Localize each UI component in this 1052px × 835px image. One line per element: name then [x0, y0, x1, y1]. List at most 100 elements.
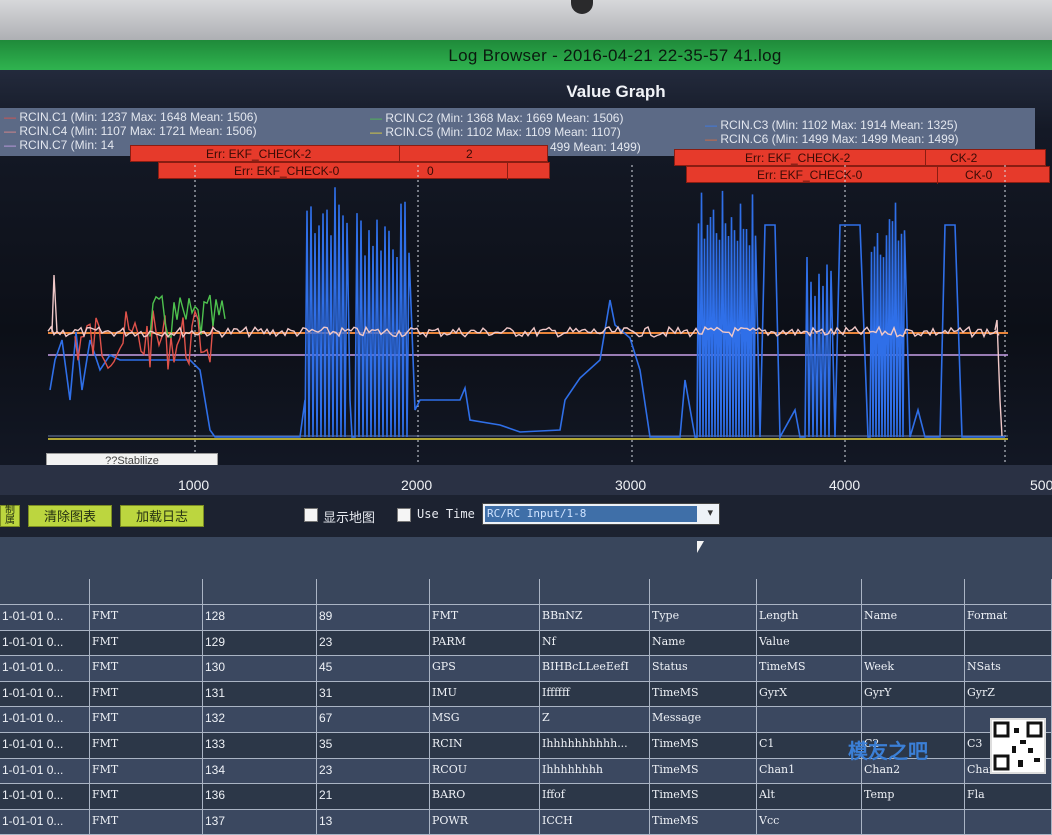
table-cell[interactable]: 1-01-01 0... — [0, 630, 90, 657]
table-cell[interactable]: RCOU — [430, 758, 540, 785]
table-cell[interactable]: 136 — [203, 784, 317, 810]
table-cell[interactable]: 45 — [317, 656, 430, 682]
table-cell[interactable]: Format — [965, 605, 1052, 631]
clear-graph-button[interactable]: 清除图表 — [28, 505, 112, 527]
plot-area[interactable] — [0, 70, 1052, 470]
show-map-checkbox[interactable] — [304, 508, 318, 522]
table-cell[interactable]: PARM — [430, 630, 540, 657]
table-cell[interactable]: 134 — [203, 758, 317, 785]
table-cell[interactable]: FMT — [90, 707, 203, 733]
table-cell[interactable]: Nf — [540, 630, 650, 657]
table-cell[interactable]: 23 — [317, 758, 430, 785]
table-cell[interactable]: FMT — [90, 784, 203, 810]
table-cell[interactable]: TimeMS — [650, 784, 757, 810]
column-header[interactable] — [203, 579, 317, 605]
table-cell[interactable]: TimeMS — [650, 681, 757, 708]
table-cell[interactable]: Ihhhhhhhhhh... — [540, 733, 650, 759]
table-cell[interactable]: GyrY — [862, 681, 965, 708]
table-cell[interactable]: NSats — [965, 656, 1052, 682]
table-cell[interactable]: 133 — [203, 733, 317, 759]
table-cell[interactable]: TimeMS — [757, 656, 862, 682]
table-cell[interactable]: 1-01-01 0... — [0, 707, 90, 733]
table-cell[interactable]: ICCH — [540, 809, 650, 835]
table-cell[interactable]: Type — [650, 605, 757, 631]
column-header[interactable] — [650, 579, 757, 605]
table-cell[interactable]: FMT — [90, 656, 203, 682]
table-cell[interactable]: Value — [757, 630, 862, 657]
table-cell[interactable]: FMT — [90, 681, 203, 708]
table-cell[interactable]: BIHBcLLeeEefI — [540, 656, 650, 682]
value-graph[interactable]: Value Graph — RCIN.C1 (Min: 1237 Max: 16… — [0, 70, 1052, 525]
table-cell[interactable]: MSG — [430, 707, 540, 733]
table-cell[interactable]: GPS — [430, 656, 540, 682]
table-cell[interactable]: FMT — [90, 733, 203, 759]
table-cell[interactable]: RCIN — [430, 733, 540, 759]
table-cell[interactable]: Z — [540, 707, 650, 733]
table-cell[interactable]: FMT — [90, 809, 203, 835]
table-cell[interactable]: 67 — [317, 707, 430, 733]
table-cell[interactable]: FMT — [90, 758, 203, 785]
truncated-button[interactable]: 制 属 — [0, 505, 20, 527]
table-cell[interactable]: BBnNZ — [540, 605, 650, 631]
series-select[interactable]: RC/RC Input/1-8 ▾ — [482, 503, 720, 525]
table-cell[interactable]: 31 — [317, 681, 430, 708]
table-cell[interactable]: 137 — [203, 809, 317, 835]
table-cell[interactable]: 1-01-01 0... — [0, 758, 90, 785]
table-cell[interactable]: 89 — [317, 605, 430, 631]
table-cell[interactable]: 1-01-01 0... — [0, 656, 90, 682]
table-cell[interactable]: Chan1 — [757, 758, 862, 785]
table-cell[interactable]: Message — [650, 707, 757, 733]
column-header[interactable] — [862, 579, 965, 605]
table-cell[interactable]: FMT — [90, 630, 203, 657]
column-header[interactable] — [430, 579, 540, 605]
table-cell[interactable]: 132 — [203, 707, 317, 733]
table-cell[interactable] — [862, 809, 965, 835]
table-cell[interactable]: Fla — [965, 784, 1052, 810]
table-cell[interactable]: 130 — [203, 656, 317, 682]
load-log-button[interactable]: 加载日志 — [120, 505, 204, 527]
table-cell[interactable]: Week — [862, 656, 965, 682]
table-cell[interactable]: BARO — [430, 784, 540, 810]
table-cell[interactable]: 13 — [317, 809, 430, 835]
use-time-checkbox[interactable] — [397, 508, 411, 522]
table-cell[interactable] — [965, 809, 1052, 835]
column-header[interactable] — [757, 579, 862, 605]
table-cell[interactable]: 21 — [317, 784, 430, 810]
table-cell[interactable]: Status — [650, 656, 757, 682]
table-cell[interactable]: TimeMS — [650, 809, 757, 835]
table-cell[interactable]: 23 — [317, 630, 430, 657]
table-cell[interactable] — [757, 707, 862, 733]
table-cell[interactable]: 1-01-01 0... — [0, 809, 90, 835]
table-cell[interactable]: Alt — [757, 784, 862, 810]
title-bar[interactable]: Log Browser - 2016-04-21 22-35-57 41.log — [0, 40, 1052, 70]
table-cell[interactable]: Vcc — [757, 809, 862, 835]
table-cell[interactable]: C1 — [757, 733, 862, 759]
table-cell[interactable]: 128 — [203, 605, 317, 631]
table-cell[interactable]: 131 — [203, 681, 317, 708]
table-cell[interactable]: Name — [862, 605, 965, 631]
column-header[interactable] — [965, 579, 1052, 605]
table-cell[interactable]: GyrZ — [965, 681, 1052, 708]
table-cell[interactable]: 35 — [317, 733, 430, 759]
table-cell[interactable]: 129 — [203, 630, 317, 657]
table-cell[interactable]: GyrX — [757, 681, 862, 708]
table-cell[interactable]: IMU — [430, 681, 540, 708]
table-cell[interactable]: Name — [650, 630, 757, 657]
table-cell[interactable]: TimeMS — [650, 758, 757, 785]
table-cell[interactable]: 1-01-01 0... — [0, 605, 90, 631]
table-cell[interactable]: Ihhhhhhhh — [540, 758, 650, 785]
table-cell[interactable]: TimeMS — [650, 733, 757, 759]
column-header[interactable] — [317, 579, 430, 605]
table-cell[interactable]: 1-01-01 0... — [0, 733, 90, 759]
chevron-down-icon[interactable]: ▾ — [707, 506, 713, 519]
table-cell[interactable]: FMT — [90, 605, 203, 631]
table-cell[interactable]: Iffffff — [540, 681, 650, 708]
table-cell[interactable]: POWR — [430, 809, 540, 835]
column-header[interactable] — [540, 579, 650, 605]
table-cell[interactable]: 1-01-01 0... — [0, 681, 90, 708]
table-cell[interactable]: Iffof — [540, 784, 650, 810]
column-header[interactable] — [0, 579, 90, 605]
table-cell[interactable] — [862, 630, 965, 657]
column-header[interactable] — [90, 579, 203, 605]
table-cell[interactable] — [862, 707, 965, 733]
